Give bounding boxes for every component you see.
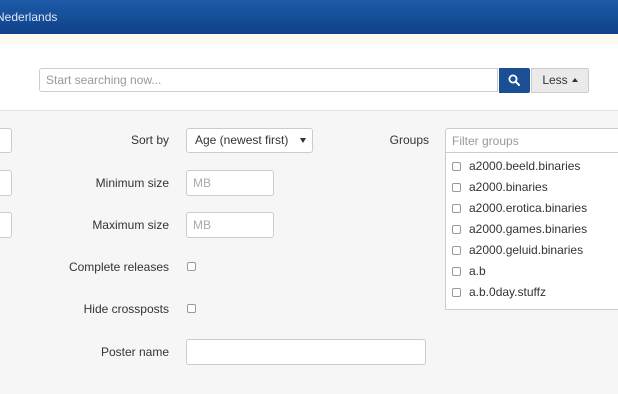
group-name: a2000.erotica.binaries [469, 201, 588, 215]
left-field-stub[interactable] [0, 128, 12, 153]
group-item[interactable]: a2000.games.binaries [452, 222, 618, 238]
minimum-size-input[interactable] [186, 170, 274, 196]
poster-name-label: Poster name [100, 345, 169, 359]
group-item[interactable]: a.b.0day.stuffz [452, 285, 618, 301]
hide-crossposts-checkbox[interactable] [187, 304, 196, 313]
group-name: a2000.geluid.binaries [469, 243, 584, 257]
group-checkbox[interactable] [452, 162, 461, 171]
group-checkbox[interactable] [452, 204, 461, 213]
group-name: a.b.0day.stuffz [469, 285, 546, 299]
maximum-size-label: Maximum size [92, 218, 169, 232]
hide-crossposts-label: Hide crossposts [83, 302, 169, 316]
group-name: a.b [469, 264, 486, 278]
group-checkbox[interactable] [452, 225, 461, 234]
group-item[interactable]: a2000.geluid.binaries [452, 243, 618, 259]
poster-name-input[interactable] [186, 339, 426, 365]
sort-by-label: Sort by [130, 133, 169, 147]
search-icon [508, 74, 520, 86]
complete-releases-checkbox[interactable] [187, 262, 196, 271]
group-name: a2000.binaries [469, 180, 548, 194]
maximum-size-input[interactable] [186, 212, 274, 238]
less-label: Less [542, 73, 568, 87]
notice-strip [0, 34, 618, 44]
language-link[interactable]: Nederlands [0, 10, 57, 24]
group-checkbox[interactable] [452, 246, 461, 255]
top-navbar: Nederlands [0, 0, 618, 34]
group-item[interactable]: a2000.binaries [452, 180, 618, 196]
group-checkbox[interactable] [452, 183, 461, 192]
groups-list: a2000.beeld.binaries a2000.binaries a200… [445, 153, 618, 310]
group-checkbox[interactable] [452, 288, 461, 297]
group-item[interactable]: a.b [452, 264, 618, 280]
sort-by-select[interactable]: Age (newest first) [186, 128, 313, 153]
dropdown-arrow-icon [300, 138, 306, 143]
search-bar: Less [0, 44, 618, 111]
group-name: a2000.games.binaries [469, 222, 588, 236]
minimum-size-label: Minimum size [95, 176, 169, 190]
search-button[interactable] [499, 68, 530, 93]
search-input[interactable] [39, 68, 498, 92]
group-item[interactable]: a2000.erotica.binaries [452, 201, 618, 217]
left-field-stub[interactable] [0, 170, 12, 196]
caret-up-icon [571, 78, 578, 82]
filter-groups-input[interactable] [445, 128, 618, 153]
less-options-button[interactable]: Less [531, 68, 589, 93]
group-item[interactable]: a2000.beeld.binaries [452, 159, 618, 175]
sort-by-value: Age (newest first) [195, 133, 289, 147]
groups-label: Groups [389, 133, 429, 147]
left-field-stub[interactable] [0, 212, 12, 238]
group-checkbox[interactable] [452, 267, 461, 276]
group-name: a2000.beeld.binaries [469, 159, 581, 173]
complete-releases-label: Complete releases [68, 260, 169, 274]
